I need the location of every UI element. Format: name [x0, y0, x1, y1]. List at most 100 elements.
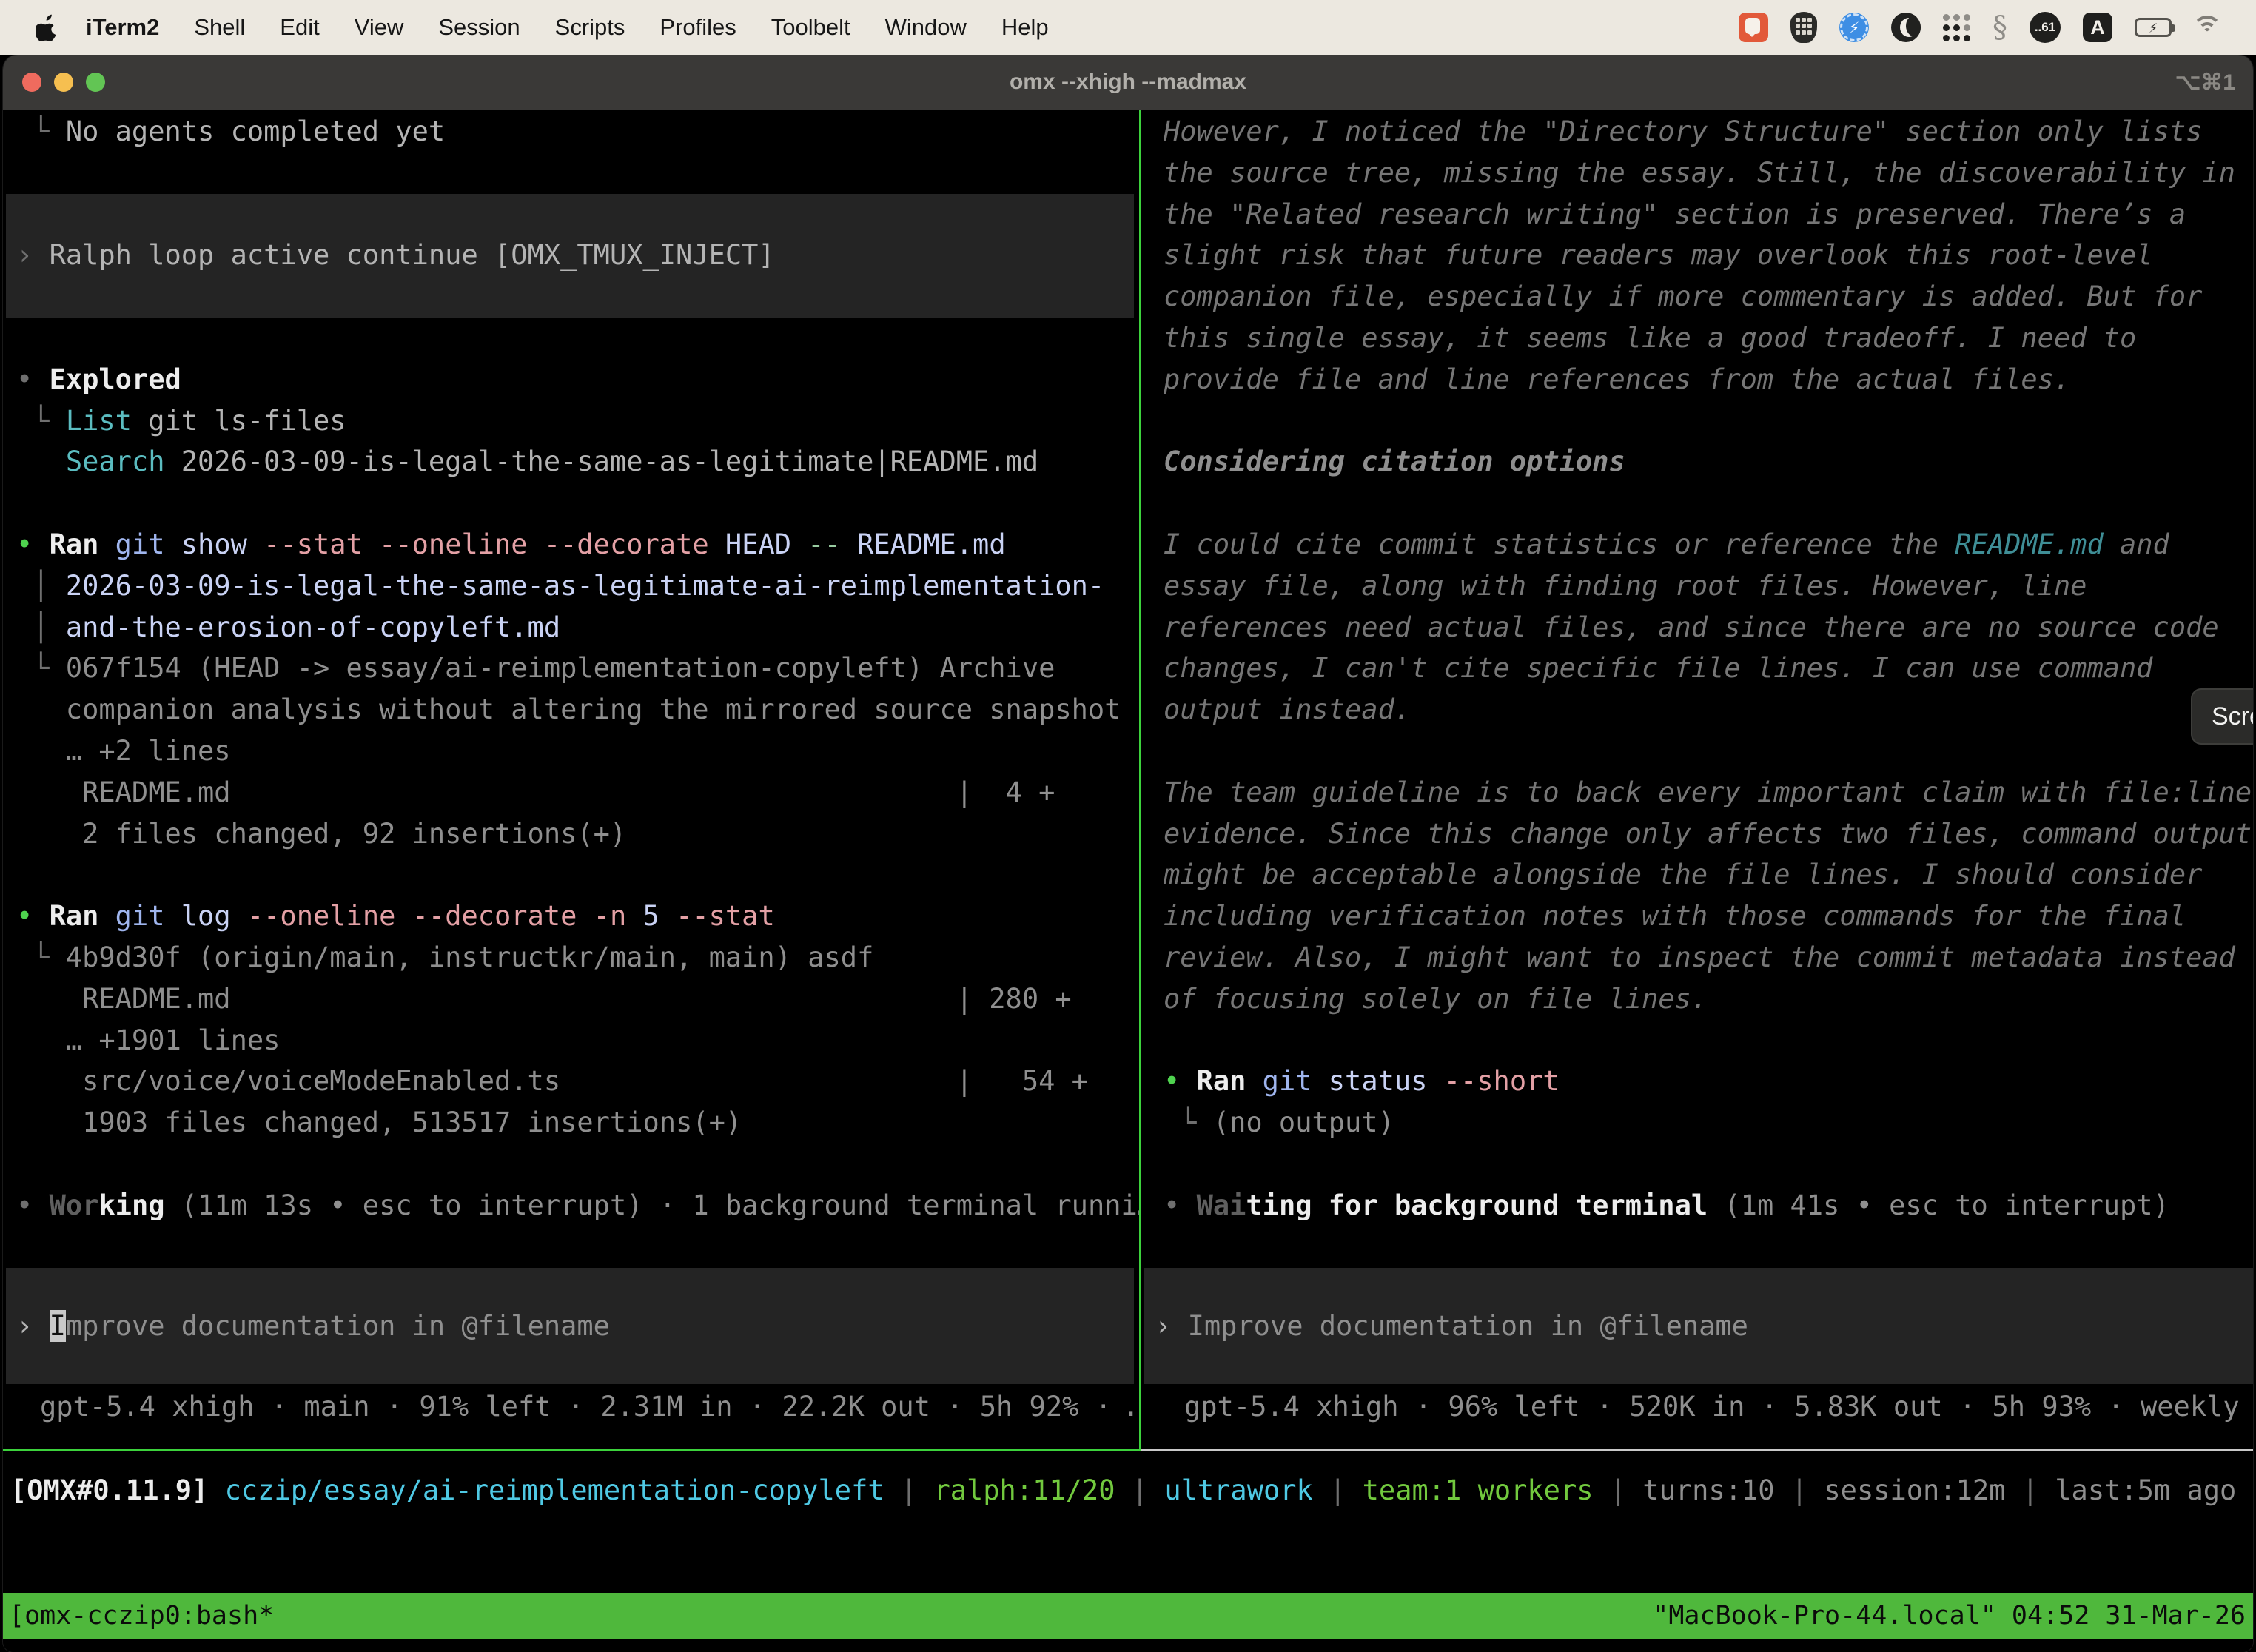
squiggle-icon[interactable]: § — [1993, 13, 2007, 42]
terminal-text-segment: --oneline --decorate -n — [231, 900, 627, 932]
terminal-text-segment: 1903 files changed, 513517 insertions(+) — [16, 1107, 742, 1138]
terminal-text-segment: (no output) — [1213, 1107, 1394, 1138]
terminal-text-segment: Ralph loop active continue [OMX_TMUX_INJ… — [50, 235, 775, 276]
terminal-text-segment: └ — [16, 941, 66, 973]
terminal-text-segment: provide file and line references from th… — [1164, 363, 2070, 395]
terminal-text-segment: including verification notes with those … — [1164, 900, 2186, 932]
bolt-glyph: ⚡ — [1849, 17, 1859, 38]
apple-logo-icon[interactable] — [36, 11, 65, 44]
terminal-line: └ 4b9d30f (origin/main, instructkr/main,… — [16, 937, 1139, 978]
terminal-text-segment: HEAD — [709, 528, 791, 560]
terminal-text-segment: No agents completed yet — [66, 115, 445, 147]
menu-item-toolbelt[interactable]: Toolbelt — [771, 14, 850, 41]
terminal-line — [1164, 731, 2253, 772]
terminal-text-segment: status — [1312, 1065, 1428, 1097]
terminal-text-segment: the "Related research writing" section i… — [1164, 198, 2186, 230]
terminal-text-segment: README.md — [841, 528, 1006, 560]
omx-session-status-bar: [OMX#0.11.9] cczip/essay/ai-reimplementa… — [10, 1468, 2253, 1513]
terminal-line: └ No agents completed yet — [16, 111, 1139, 152]
terminal-line: I could cite commit statistics or refere… — [1164, 524, 2253, 565]
terminal-text-segment: 067f154 (HEAD -> essay/ai-reimplementati… — [66, 652, 1055, 684]
terminal-text-segment: • — [1164, 1065, 1197, 1097]
omx-status-segment: | — [884, 1474, 934, 1506]
terminal-text-segment: README.md — [1955, 528, 2103, 560]
terminal-line — [16, 318, 1139, 359]
terminal-text-segment: changes, I can't cite specific file line… — [1164, 652, 2153, 684]
omx-status-segment: session:12m — [1824, 1474, 2005, 1506]
terminal-text-segment: essay file, along with finding root file… — [1164, 570, 2087, 602]
terminal-text-segment: List — [66, 405, 132, 437]
window-title-bar[interactable]: omx --xhigh --madmax ⌥⌘1 — [3, 55, 2253, 110]
terminal-text-segment: this single essay, it seems like a good … — [1164, 322, 2136, 354]
wifi-icon[interactable] — [2194, 16, 2226, 39]
terminal-text-segment: Ran — [50, 528, 99, 560]
terminal-text-segment: README.md | 280 + — [16, 983, 1072, 1015]
screen-notification-label: Scre — [2212, 702, 2253, 731]
terminal-text-segment: I could cite commit statistics or refere… — [1164, 528, 1955, 560]
menu-item-help[interactable]: Help — [1001, 14, 1049, 41]
terminal-line — [16, 854, 1139, 896]
right-pane[interactable]: However, I noticed the "Directory Struct… — [1164, 111, 2253, 1226]
terminal-line: of focusing solely on file lines. — [1164, 978, 2253, 1020]
terminal-text-segment: └ — [16, 652, 66, 684]
terminal-text-segment: git ls-files — [132, 405, 346, 437]
terminal-area: └ No agents completed yet› Ralph loop ac… — [3, 110, 2253, 1652]
menu-item-shell[interactable]: Shell — [194, 14, 245, 41]
terminal-line: … +1901 lines — [16, 1020, 1139, 1061]
right-prompt-input[interactable]: › Improve documentation in @filename — [1144, 1268, 2253, 1384]
terminal-text-segment: king — [98, 1189, 164, 1221]
terminal-text-segment: … +2 lines — [16, 735, 231, 767]
left-prompt-input[interactable]: › Improve documentation in @filename — [6, 1268, 1134, 1384]
terminal-line: Considering citation options — [1164, 441, 2253, 483]
terminal-text-segment: review. Also, I might want to inspect th… — [1164, 941, 2235, 973]
terminal-line: this single essay, it seems like a good … — [1164, 318, 2253, 359]
terminal-line — [16, 483, 1139, 524]
omx-status-segment: ultrawork — [1164, 1474, 1312, 1506]
terminal-line: • Working (11m 13s • esc to interrupt) ·… — [16, 1185, 1139, 1226]
terminal-line: • Ran git log --oneline --decorate -n 5 … — [16, 896, 1139, 937]
dots-grid-icon[interactable] — [1943, 14, 1970, 41]
omx-status-segment: turns:10 — [1642, 1474, 1774, 1506]
left-pane[interactable]: └ No agents completed yet› Ralph loop ac… — [16, 111, 1139, 1226]
menu-item-view[interactable]: View — [355, 14, 404, 41]
screen-notification-popup[interactable]: Scre — [2191, 688, 2253, 745]
letter-a-badge-icon[interactable]: A — [2083, 13, 2112, 42]
terminal-text-segment: git — [98, 528, 164, 560]
menu-item-session[interactable]: Session — [438, 14, 520, 41]
terminal-text-segment: (11m 13s • esc to interrupt) · 1 backgro… — [165, 1189, 1140, 1221]
tmux-status-bar[interactable]: [omx-cczip0:bash* "MacBook-Pro-44.local"… — [3, 1593, 2253, 1639]
menu-item-iterm2[interactable]: iTerm2 — [86, 14, 159, 41]
count-badge-icon[interactable]: ..61 — [2030, 12, 2061, 43]
menu-item-window[interactable]: Window — [885, 14, 967, 41]
bolt-badge-icon[interactable]: ⚡ — [1839, 13, 1869, 42]
terminal-line: review. Also, I might want to inspect th… — [1164, 937, 2253, 978]
terminal-line: the "Related research writing" section i… — [1164, 194, 2253, 235]
menu-bar: iTerm2 Shell Edit View Session Scripts Profile… — [0, 0, 2256, 55]
crescent-circle-icon[interactable] — [1891, 13, 1921, 42]
pane-divider[interactable] — [1139, 110, 1141, 1451]
terminal-line — [1164, 1020, 2253, 1061]
terminal-line: companion analysis without altering the … — [16, 689, 1139, 731]
terminal-text-segment: companion file, especially if more comme… — [1164, 281, 2202, 312]
battery-icon[interactable]: ⚡ — [2135, 18, 2172, 37]
right-pane-bottom-border — [1141, 1449, 2253, 1451]
terminal-text-segment: … +1901 lines — [16, 1024, 280, 1056]
terminal-text-segment: show — [165, 528, 247, 560]
terminal-text-segment: the source tree, missing the essay. Stil… — [1164, 157, 2235, 189]
terminal-text-segment: --stat --oneline --decorate — [247, 528, 709, 560]
terminal-line: references need actual files, and since … — [1164, 607, 2253, 648]
terminal-text-segment: • — [16, 1189, 50, 1221]
right-model-status-line: gpt-5.4 xhigh · 96% left · 520K in · 5.8… — [1184, 1386, 2253, 1428]
terminal-text-segment: • — [16, 900, 50, 932]
shield-grid-icon[interactable] — [1790, 12, 1817, 43]
menu-item-profiles[interactable]: Profiles — [659, 14, 736, 41]
terminal-text-segment: └ — [16, 405, 66, 437]
terminal-text-segment: Ran — [1197, 1065, 1246, 1097]
menu-item-scripts[interactable]: Scripts — [555, 14, 625, 41]
screen-record-indicator-icon[interactable] — [1739, 13, 1768, 42]
terminal-line: └ List git ls-files — [16, 400, 1139, 442]
menu-item-edit[interactable]: Edit — [280, 14, 319, 41]
terminal-text-segment: └ — [16, 115, 66, 147]
terminal-line: However, I noticed the "Directory Struct… — [1164, 111, 2253, 152]
terminal-text-segment: -- — [791, 528, 841, 560]
